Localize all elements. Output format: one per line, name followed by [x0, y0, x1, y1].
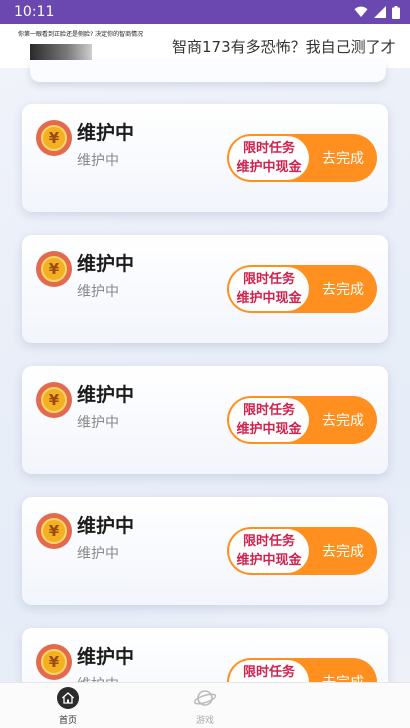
task-subtitle: 维护中: [77, 546, 119, 562]
previous-task-card: [30, 60, 386, 82]
task-tag-line2: 维护中现金: [236, 422, 302, 437]
task-button[interactable]: 限时任务 维护中现金 去完成: [227, 527, 377, 575]
coin-icon: ¥: [36, 382, 72, 418]
planet-icon: [193, 690, 217, 706]
nav-home[interactable]: 首页: [38, 687, 98, 727]
yen-symbol: ¥: [41, 256, 67, 282]
task-button[interactable]: 限时任务 维护中现金 去完成: [227, 396, 377, 444]
bottom-nav: 首页 游戏: [0, 682, 410, 728]
battery-icon: [392, 5, 400, 19]
ad-thumbnail-caption: 你第一眼看到正脸还是侧脸? 决定你的智商情况: [18, 31, 144, 38]
yen-symbol: ¥: [41, 387, 67, 413]
home-icon: [57, 687, 79, 709]
task-tag: 限时任务 维护中现金: [229, 267, 309, 311]
task-button[interactable]: 限时任务 维护中现金 去完成: [227, 134, 377, 182]
yen-symbol: ¥: [41, 518, 67, 544]
nav-game[interactable]: 游戏: [175, 687, 235, 727]
task-title: 维护中: [77, 515, 135, 537]
nav-home-label: 首页: [58, 716, 77, 726]
task-title: 维护中: [77, 646, 135, 668]
signal-icon: [374, 6, 386, 18]
yen-symbol: ¥: [41, 125, 67, 151]
go-complete-button[interactable]: 去完成: [313, 396, 373, 444]
status-bar: 10:11: [0, 0, 410, 24]
task-tag-line2: 维护中现金: [236, 291, 302, 306]
task-tag: 限时任务 维护中现金: [229, 529, 309, 573]
task-subtitle: 维护中: [77, 415, 119, 431]
task-tag-line1: 限时任务: [242, 141, 295, 156]
task-tag: 限时任务 维护中现金: [229, 398, 309, 442]
yen-symbol: ¥: [41, 649, 67, 675]
coin-icon: ¥: [36, 644, 72, 680]
task-card[interactable]: ¥ 维护中 维护中 限时任务 维护中现金 去完成: [22, 235, 388, 343]
go-complete-button[interactable]: 去完成: [313, 134, 373, 182]
task-tag-line1: 限时任务: [242, 665, 295, 680]
task-button[interactable]: 限时任务 维护中现金 去完成: [227, 265, 377, 313]
task-title: 维护中: [77, 253, 135, 275]
task-tag-line1: 限时任务: [242, 272, 295, 287]
coin-icon: ¥: [36, 251, 72, 287]
status-icons: [354, 5, 400, 19]
task-card[interactable]: ¥ 维护中 维护中 限时任务 维护中现金 去完成: [22, 104, 388, 212]
status-time: 10:11: [14, 4, 55, 20]
nav-game-label: 游戏: [195, 716, 214, 726]
task-tag: 限时任务 维护中现金: [229, 136, 309, 180]
go-complete-button[interactable]: 去完成: [313, 265, 373, 313]
coin-icon: ¥: [36, 120, 72, 156]
task-card[interactable]: ¥ 维护中 维护中 限时任务 维护中现金 去完成: [22, 366, 388, 474]
task-title: 维护中: [77, 384, 135, 406]
task-tag-line2: 维护中现金: [236, 160, 302, 175]
task-subtitle: 维护中: [77, 153, 119, 169]
task-title: 维护中: [77, 122, 135, 144]
coin-icon: ¥: [36, 513, 72, 549]
task-card[interactable]: ¥ 维护中 维护中 限时任务 维护中现金 去完成: [22, 497, 388, 605]
wifi-icon: [354, 6, 368, 17]
go-complete-button[interactable]: 去完成: [313, 527, 373, 575]
task-tag-line1: 限时任务: [242, 534, 295, 549]
task-tag-line1: 限时任务: [242, 403, 295, 418]
task-tag-line2: 维护中现金: [236, 553, 302, 568]
task-subtitle: 维护中: [77, 284, 119, 300]
